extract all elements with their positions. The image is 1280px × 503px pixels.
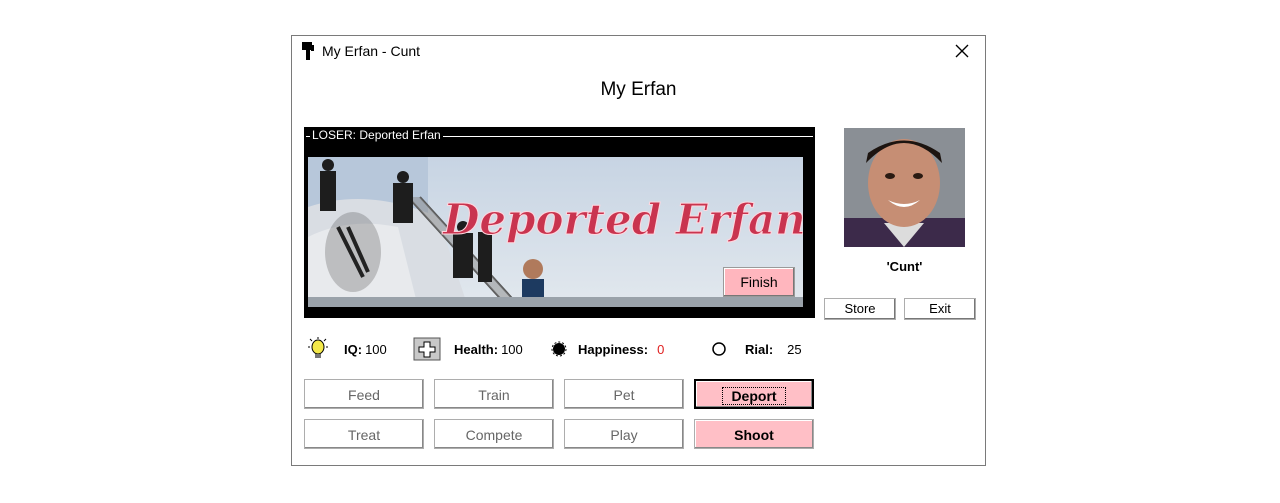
- pet-name: 'Cunt': [886, 259, 923, 274]
- close-icon: [955, 44, 969, 58]
- rial-stat: Rial: 25: [711, 336, 802, 362]
- happiness-label: Happiness:: [578, 341, 649, 357]
- title-bar: My Erfan - Cunt: [292, 36, 985, 66]
- pet-portrait: [844, 128, 965, 247]
- train-button[interactable]: Train: [434, 379, 554, 409]
- group-label: LOSER: Deported Erfan: [310, 128, 443, 142]
- rial-value: 25: [787, 341, 802, 357]
- app-window: My Erfan - Cunt My Erfan LOSER: Deported…: [291, 35, 986, 466]
- health-value: 100: [501, 341, 523, 357]
- store-button[interactable]: Store: [824, 298, 896, 320]
- shoot-button[interactable]: Shoot: [694, 419, 814, 449]
- deport-button[interactable]: Deport: [694, 379, 814, 409]
- iq-label: IQ:: [344, 341, 363, 357]
- banner-text: Deported Erfan: [442, 195, 803, 244]
- treat-button[interactable]: Treat: [304, 419, 424, 449]
- app-icon: [302, 42, 314, 60]
- compete-button[interactable]: Compete: [434, 419, 554, 449]
- health-stat: Health: 100: [413, 336, 523, 362]
- happiness-icon: [551, 341, 567, 357]
- deport-label: Deport: [722, 387, 786, 405]
- iq-value: 100: [365, 341, 387, 357]
- finish-button[interactable]: Finish: [723, 267, 795, 297]
- lightbulb-icon: [308, 337, 328, 358]
- play-button[interactable]: Play: [564, 419, 684, 449]
- pet-button[interactable]: Pet: [564, 379, 684, 409]
- happiness-value: 0: [657, 341, 665, 357]
- close-button[interactable]: [947, 39, 977, 63]
- health-cross-icon: [413, 337, 441, 361]
- exit-button[interactable]: Exit: [904, 298, 976, 320]
- window-title: My Erfan - Cunt: [322, 43, 421, 59]
- page-title: My Erfan: [600, 79, 677, 100]
- feed-button[interactable]: Feed: [304, 379, 424, 409]
- rial-label: Rial:: [745, 341, 774, 357]
- iq-stat: IQ: 100: [306, 336, 387, 362]
- happiness-stat: Happiness: 0: [551, 336, 664, 362]
- health-label: Health:: [454, 341, 499, 357]
- coin-icon: [712, 342, 726, 356]
